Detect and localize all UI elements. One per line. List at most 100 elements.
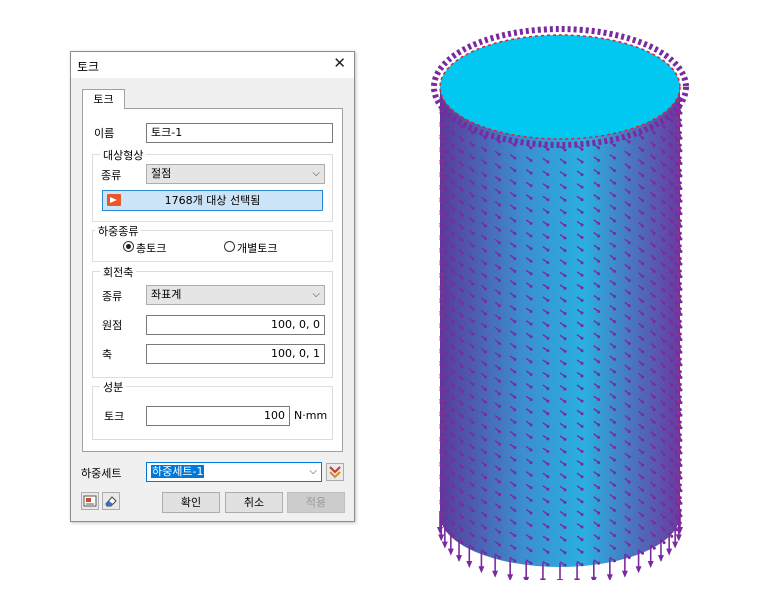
torque-arrow-head bbox=[546, 160, 550, 164]
torque-arrow-head bbox=[641, 463, 645, 467]
torque-arrow-head bbox=[670, 308, 674, 312]
torque-arrow-head bbox=[597, 473, 601, 477]
eraser-icon bbox=[105, 496, 117, 507]
torque-arrow-head bbox=[597, 372, 601, 376]
torque-arrow-head bbox=[641, 186, 645, 190]
target-type-select[interactable]: 절점 ⌵ bbox=[146, 164, 325, 184]
torque-arrow-head bbox=[471, 232, 475, 236]
torque-arrow-head bbox=[675, 213, 679, 217]
torque-input[interactable]: 100 bbox=[146, 406, 290, 426]
torque-arrow-head bbox=[513, 169, 517, 173]
torque-arrow-head bbox=[546, 412, 550, 416]
radio-total-torque[interactable] bbox=[123, 241, 134, 252]
torque-arrow-head bbox=[513, 546, 517, 550]
torque-arrow-head bbox=[678, 408, 682, 412]
torque-arrow-head bbox=[460, 515, 464, 519]
torque-arrow-head bbox=[679, 313, 683, 316]
torque-arrow-head bbox=[662, 490, 666, 494]
torque-arrow-head bbox=[452, 522, 456, 526]
torque-arrow-head bbox=[497, 480, 501, 484]
bottom-arrow-head bbox=[456, 555, 463, 563]
torque-arrow-head bbox=[529, 410, 533, 414]
torque-arrow-head bbox=[563, 551, 567, 555]
torque-arrow-head bbox=[597, 221, 601, 225]
load-set-select[interactable]: 하중세트-1 ⌵ bbox=[146, 462, 322, 482]
torque-arrow-head bbox=[513, 257, 517, 261]
torque-arrow-head bbox=[597, 423, 601, 427]
torque-arrow-head bbox=[612, 206, 616, 210]
target-selection-label: 1768개 대상 선택됨 bbox=[164, 194, 261, 207]
torque-arrow-head bbox=[675, 452, 679, 456]
tab-torque[interactable]: 토크 bbox=[82, 89, 125, 109]
torque-arrow-head bbox=[652, 282, 656, 286]
radio-individual-torque[interactable] bbox=[224, 241, 235, 252]
torque-arrow-head bbox=[460, 415, 464, 419]
torque-arrow-head bbox=[612, 257, 616, 261]
torque-arrow-head bbox=[675, 175, 679, 179]
torque-arrow-head bbox=[627, 379, 631, 383]
torque-arrow-head bbox=[529, 486, 533, 490]
torque-arrow-head bbox=[652, 269, 656, 273]
close-icon[interactable]: ✕ bbox=[333, 56, 346, 71]
torque-arrow-head bbox=[675, 301, 679, 305]
torque-arrow-head bbox=[497, 455, 501, 459]
torque-arrow-head bbox=[563, 236, 567, 240]
torque-arrow-head bbox=[513, 508, 517, 512]
torque-arrow-head bbox=[675, 150, 679, 154]
torque-arrow-head bbox=[546, 336, 550, 340]
torque-arrow-head bbox=[513, 446, 517, 450]
torque-arrow-head bbox=[679, 426, 683, 430]
cancel-button[interactable]: 취소 bbox=[225, 492, 283, 513]
torque-arrow-head bbox=[529, 536, 533, 540]
load-set-manager-button[interactable] bbox=[326, 463, 344, 481]
torque-arrow-head bbox=[441, 231, 445, 235]
model-viewport[interactable] bbox=[430, 25, 700, 580]
torque-arrow-head bbox=[678, 219, 682, 223]
torque-arrow-head bbox=[439, 187, 443, 191]
eraser-button[interactable] bbox=[102, 492, 120, 510]
torque-arrow-head bbox=[441, 257, 445, 261]
dialog-titlebar[interactable]: 토크 ✕ bbox=[71, 52, 354, 78]
torque-arrow-head bbox=[670, 396, 674, 400]
ok-button[interactable]: 확인 bbox=[162, 492, 220, 513]
torque-arrow-head bbox=[563, 463, 567, 467]
torque-arrow-head bbox=[546, 311, 550, 315]
apply-button[interactable]: 적용 bbox=[287, 492, 345, 513]
torque-arrow-head bbox=[580, 462, 584, 466]
axis-input[interactable]: 100, 0, 1 bbox=[146, 344, 325, 364]
torque-arrow-head bbox=[641, 237, 645, 241]
torque-arrow-head bbox=[513, 483, 517, 487]
torque-arrow-head bbox=[612, 282, 616, 286]
torque-arrow-head bbox=[563, 249, 567, 253]
torque-arrow-head bbox=[612, 294, 616, 298]
name-input[interactable]: 토크-1 bbox=[146, 123, 333, 143]
preview-button[interactable] bbox=[81, 492, 99, 510]
torque-arrow-head bbox=[483, 199, 487, 203]
torque-arrow-head bbox=[597, 247, 601, 251]
torque-arrow-head bbox=[652, 408, 656, 412]
torque-arrow-head bbox=[471, 143, 475, 147]
torque-arrow-head bbox=[627, 430, 631, 434]
torque-arrow-head bbox=[460, 138, 464, 142]
torque-arrow-head bbox=[483, 148, 487, 152]
target-selection-button[interactable]: 1768개 대상 선택됨 bbox=[102, 190, 323, 211]
torque-arrow-head bbox=[652, 320, 656, 324]
torque-arrow-head bbox=[641, 161, 645, 165]
torque-arrow-head bbox=[441, 181, 445, 185]
torque-arrow-head bbox=[679, 149, 683, 153]
bottom-arrow-head bbox=[557, 579, 563, 580]
torque-arrow-head bbox=[652, 219, 656, 223]
torque-arrow-head bbox=[641, 513, 645, 517]
torque-arrow-head bbox=[580, 185, 584, 189]
torque-arrow-head bbox=[641, 174, 645, 178]
bottom-arrow-head bbox=[574, 578, 581, 580]
torque-arrow-head bbox=[612, 559, 616, 563]
origin-input[interactable]: 100, 0, 0 bbox=[146, 315, 325, 335]
axis-type-select[interactable]: 좌표계 ⌵ bbox=[146, 285, 325, 305]
torque-arrow-head bbox=[662, 390, 666, 394]
torque-arrow-head bbox=[675, 364, 679, 368]
torque-arrow-head bbox=[652, 294, 656, 298]
torque-arrow-head bbox=[441, 458, 445, 462]
torque-arrow-head bbox=[497, 190, 501, 194]
torque-arrow-head bbox=[471, 181, 475, 185]
